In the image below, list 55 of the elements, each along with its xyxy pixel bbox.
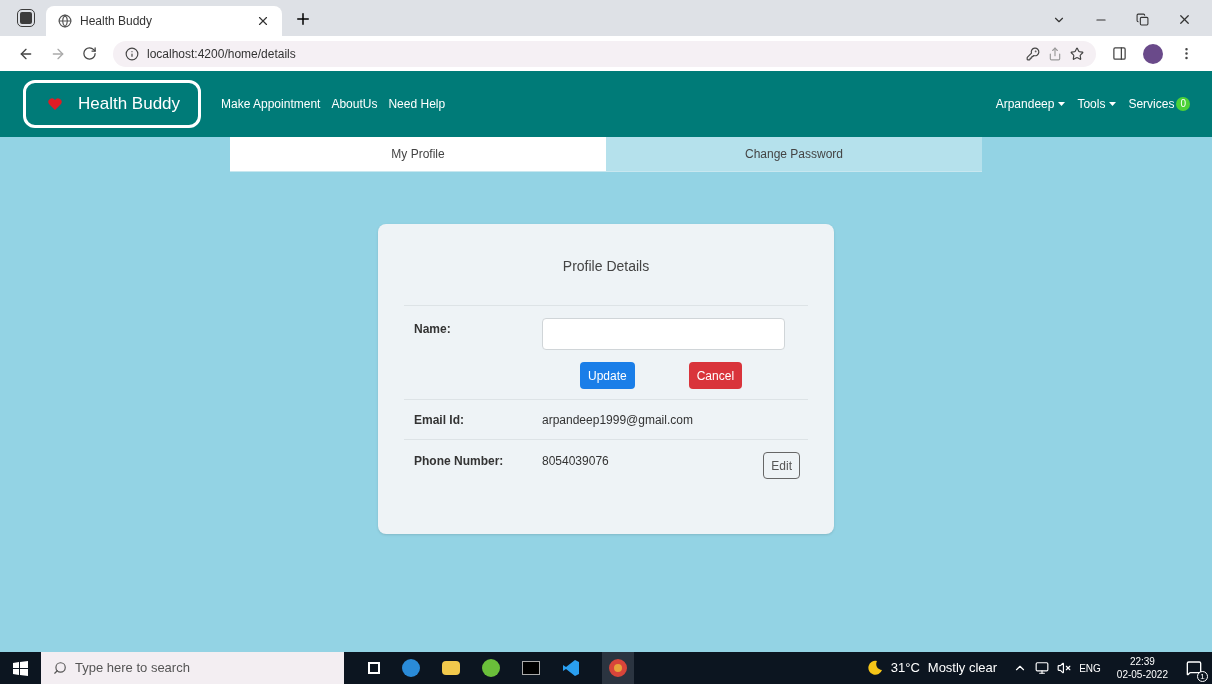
profile-avatar[interactable]: [1143, 43, 1163, 64]
terminal-icon[interactable]: [522, 661, 540, 675]
edit-button[interactable]: Edit: [763, 452, 800, 479]
task-view-icon[interactable]: [368, 662, 380, 674]
taskbar-search-field[interactable]: Type here to search: [41, 652, 344, 684]
caret-icon: [1109, 102, 1117, 106]
moon-icon: [866, 660, 883, 676]
page-tab[interactable]: My Profile: [230, 137, 606, 171]
nav-dropdown[interactable]: Tools: [1077, 95, 1117, 113]
new-tab-icon[interactable]: [294, 10, 312, 28]
address-bar[interactable]: localhost:4200/home/details: [113, 40, 1096, 67]
brand-logo[interactable]: Health Buddy: [23, 80, 201, 128]
notification-count: 1: [1197, 671, 1208, 682]
cancel-button[interactable]: Cancel: [688, 362, 743, 389]
search-icon: [53, 661, 67, 675]
code-editor-icon[interactable]: [562, 659, 580, 677]
temperature-text: 31°C: [890, 659, 920, 678]
app-icon[interactable]: [18, 10, 34, 26]
nav-link[interactable]: Make Appointment: [221, 95, 321, 113]
weather-text: Mostly clear: [927, 659, 998, 678]
close-icon[interactable]: [1177, 12, 1192, 27]
url-text: localhost:4200/home/details: [147, 45, 296, 63]
nav-dropdown[interactable]: Arpandeep: [995, 95, 1066, 113]
caret-icon: [1058, 102, 1066, 106]
language-indicator[interactable]: ENG: [1079, 660, 1101, 676]
clock-date: 02-05-2022: [1116, 668, 1168, 681]
update-button[interactable]: Update: [580, 362, 635, 389]
phone-value: 8054039076: [542, 453, 610, 470]
folder-icon[interactable]: [442, 661, 460, 675]
star-icon[interactable]: [1070, 46, 1084, 61]
clock-time: 22:39: [1129, 655, 1155, 668]
count-badge: 0: [1176, 97, 1190, 111]
field-label: Phone Number:: [413, 453, 505, 470]
network-icon[interactable]: [1035, 661, 1050, 675]
nav-link[interactable]: Need Help: [388, 95, 446, 113]
side-panel-icon[interactable]: [1112, 46, 1127, 61]
close-icon[interactable]: [256, 14, 270, 28]
muted-speaker-icon[interactable]: [1057, 661, 1072, 675]
name-input[interactable]: [542, 318, 785, 350]
brand-name: Health Buddy: [78, 93, 181, 116]
page-tab[interactable]: Change Password: [606, 137, 982, 171]
browser-tab[interactable]: Health Buddy: [46, 6, 282, 36]
nav-link[interactable]: AboutUs: [331, 95, 378, 113]
reload-icon[interactable]: [82, 46, 97, 61]
card-title: Profile Details: [404, 256, 808, 306]
nav-link[interactable]: Services 0: [1128, 95, 1190, 113]
heart-icon: [48, 98, 62, 110]
windows-start-icon[interactable]: [13, 660, 28, 676]
field-label: Name:: [413, 321, 452, 338]
restore-icon[interactable]: [1136, 13, 1149, 26]
info-icon[interactable]: [125, 46, 139, 61]
globe-icon: [58, 14, 72, 28]
field-label: Email Id:: [413, 411, 465, 429]
email-value: arpandeep1999@gmail.com: [542, 411, 693, 429]
key-icon[interactable]: [1026, 46, 1040, 61]
